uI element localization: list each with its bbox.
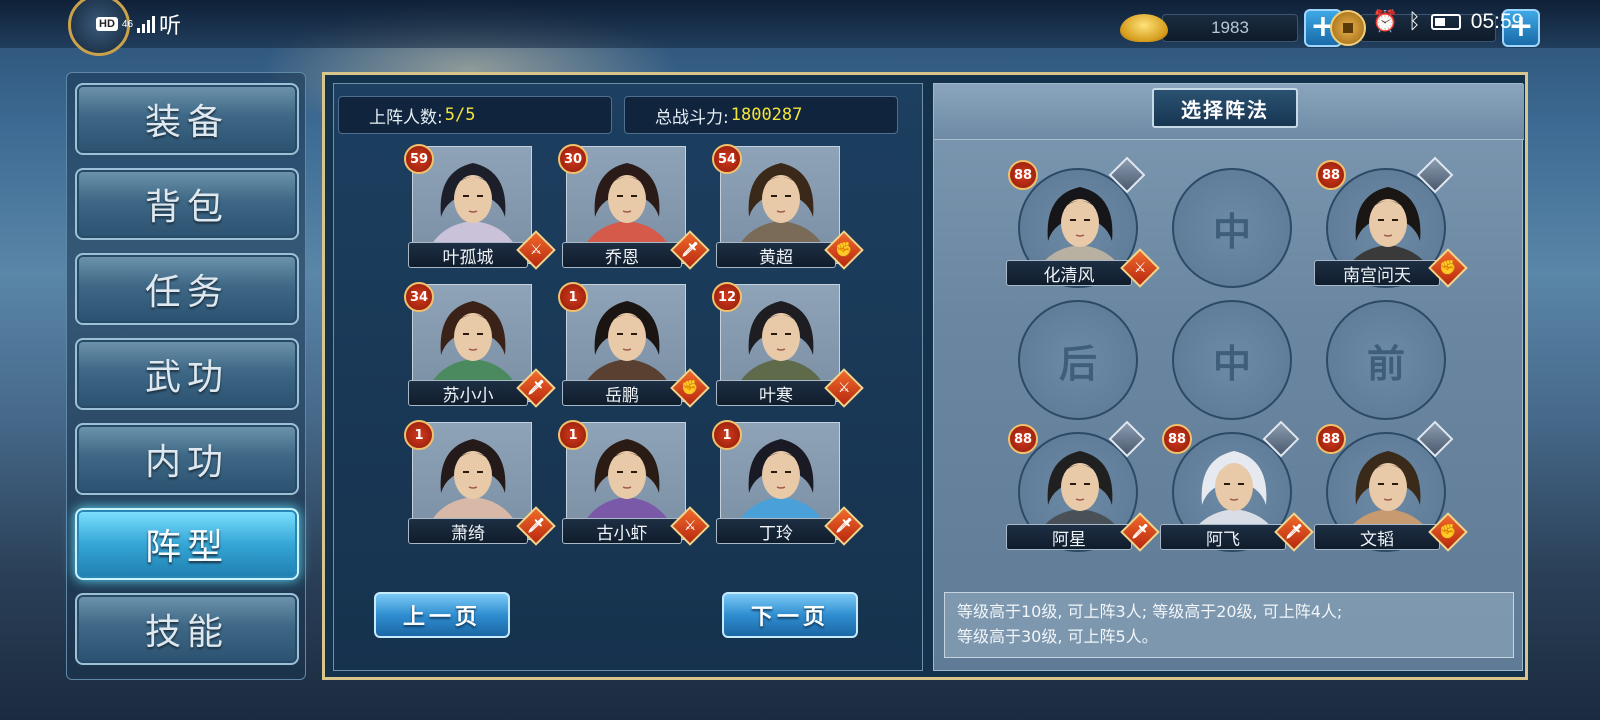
formation-slot-hero[interactable]: 88 阿星 🗡 (1006, 420, 1160, 554)
status-right: ⏰ ᛒ 05:59 (1372, 10, 1523, 34)
level-badge: 88 (1316, 424, 1346, 454)
hero-name: 叶寒 (716, 380, 836, 406)
gold-resource: 1983 + (1120, 9, 1342, 47)
menu-martial-arts-button[interactable]: 武功 (75, 338, 299, 410)
hero-card[interactable]: 30 乔恩 🗡 (558, 144, 710, 272)
formation-slot-hero[interactable]: 88 南宫问天 ✊ (1314, 156, 1468, 290)
status-left: HD 46 听 (96, 8, 181, 40)
level-badge: 1 (558, 282, 588, 312)
copper-coin-icon (1330, 10, 1366, 46)
formation-window: 上阵人数: 5/5 总战斗力: 1800287 59 叶孤城 ⚔ 30 乔恩 🗡 54 黄超 ✊… (322, 72, 1528, 680)
hero-name: 文韬 (1314, 524, 1440, 550)
level-badge: 88 (1008, 424, 1038, 454)
hero-name: 乔恩 (562, 242, 682, 268)
total-power-value: 1800287 (730, 105, 803, 125)
hero-name: 化清风 (1006, 260, 1132, 286)
tip-line-1: 等级高于10级, 可上阵3人; 等级高于20级, 可上阵4人; (957, 602, 1343, 621)
level-badge: 30 (558, 144, 588, 174)
side-menu: 装备 背包 任务 武功 内功 阵型 技能 (66, 72, 306, 680)
hero-card[interactable]: 34 苏小小 🗡 (404, 282, 556, 410)
menu-formation-button[interactable]: 阵型 (75, 508, 299, 580)
menu-skills-button[interactable]: 技能 (75, 593, 299, 665)
formation-slot-hero[interactable]: 88 阿飞 🗡 (1160, 420, 1314, 554)
formation-slot-empty[interactable]: 中 (1172, 168, 1292, 288)
hero-name: 黄超 (716, 242, 836, 268)
deploy-count-value: 5/5 (444, 105, 476, 125)
hero-card[interactable]: 59 叶孤城 ⚔ (404, 144, 556, 272)
hero-name: 阿星 (1006, 524, 1132, 550)
level-badge: 54 (712, 144, 742, 174)
prev-page-button[interactable]: 上一页 (374, 592, 510, 638)
alarm-icon: ⏰ (1372, 10, 1399, 33)
formation-slot-empty[interactable]: 前 (1326, 300, 1446, 420)
hero-roster-panel: 上阵人数: 5/5 总战斗力: 1800287 59 叶孤城 ⚔ 30 乔恩 🗡 54 黄超 ✊… (333, 83, 923, 671)
formation-panel: 选择阵法 88 化清风 ⚔ 中 88 南宫问天 ✊ 后中前 88 阿星 🗡 88 阿飞 🗡 88 文韬 ✊ 等级… (933, 83, 1524, 671)
level-badge: 1 (558, 420, 588, 450)
level-badge: 88 (1316, 160, 1346, 190)
hero-name: 古小虾 (562, 518, 682, 544)
signal-icon (137, 15, 156, 33)
hero-card[interactable]: 1 岳鹏 ✊ (558, 282, 710, 410)
level-badge: 1 (404, 420, 434, 450)
battery-icon (1430, 14, 1461, 30)
clock-time: 05:59 (1470, 10, 1524, 33)
formation-slot-empty[interactable]: 后 (1018, 300, 1138, 420)
level-badge: 1 (712, 420, 742, 450)
menu-bag-button[interactable]: 背包 (75, 168, 299, 240)
bluetooth-icon: ᛒ (1408, 10, 1421, 33)
menu-equipment-button[interactable]: 装备 (75, 83, 299, 155)
gold-ingot-icon (1120, 14, 1168, 42)
hero-name: 南宫问天 (1314, 260, 1440, 286)
level-badge: 59 (404, 144, 434, 174)
hero-card[interactable]: 12 叶寒 ⚔ (712, 282, 864, 410)
gold-value: 1983 (1162, 14, 1298, 42)
hero-name: 丁玲 (716, 518, 836, 544)
hero-name: 叶孤城 (408, 242, 528, 268)
formation-slot-hero[interactable]: 88 文韬 ✊ (1314, 420, 1468, 554)
audio-label: 听 (159, 13, 182, 38)
level-badge: 88 (1008, 160, 1038, 190)
menu-tasks-button[interactable]: 任务 (75, 253, 299, 325)
hero-name: 岳鹏 (562, 380, 682, 406)
hero-name: 萧绮 (408, 518, 528, 544)
level-badge: 34 (404, 282, 434, 312)
total-power: 总战斗力: 1800287 (624, 96, 898, 134)
next-page-button[interactable]: 下一页 (722, 592, 858, 638)
hero-card[interactable]: 1 古小虾 ⚔ (558, 420, 710, 548)
hero-card[interactable]: 1 丁玲 🗡 (712, 420, 864, 548)
tip-line-2: 等级高于30级, 可上阵5人。 (957, 627, 1158, 646)
menu-inner-power-button[interactable]: 内功 (75, 423, 299, 495)
network-type: 46 (121, 18, 134, 30)
deploy-count-label: 上阵人数: (369, 107, 443, 128)
hero-card[interactable]: 54 黄超 ✊ (712, 144, 864, 272)
hero-name: 苏小小 (408, 380, 528, 406)
select-formation-button[interactable]: 选择阵法 (1152, 88, 1298, 128)
formation-slot-empty[interactable]: 中 (1172, 300, 1292, 420)
deploy-count: 上阵人数: 5/5 (338, 96, 612, 134)
hd-icon: HD (96, 17, 118, 31)
total-power-label: 总战斗力: (655, 107, 729, 128)
hero-card[interactable]: 1 萧绮 🗡 (404, 420, 556, 548)
formation-tip: 等级高于10级, 可上阵3人; 等级高于20级, 可上阵4人; 等级高于30级,… (944, 592, 1514, 658)
formation-slot-hero[interactable]: 88 化清风 ⚔ (1006, 156, 1160, 290)
level-badge: 12 (712, 282, 742, 312)
level-badge: 88 (1162, 424, 1192, 454)
hero-name: 阿飞 (1160, 524, 1286, 550)
